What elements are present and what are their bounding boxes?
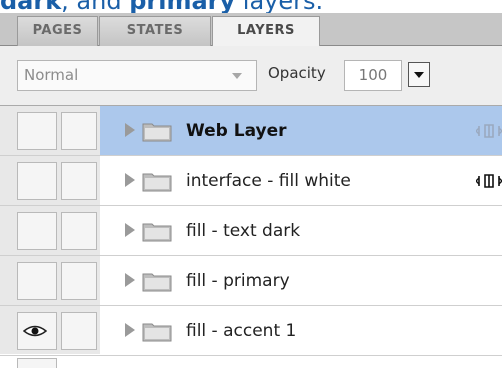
blend-mode-value: Normal xyxy=(24,66,79,84)
lock-toggle[interactable] xyxy=(61,162,97,200)
chevron-down-icon xyxy=(232,73,242,79)
chevron-down-icon xyxy=(414,72,424,78)
tab-pages[interactable]: PAGES xyxy=(17,16,98,46)
folder-icon xyxy=(142,173,172,192)
expand-triangle-icon[interactable] xyxy=(125,273,135,287)
opacity-input[interactable]: 100 xyxy=(344,60,402,91)
link-icon xyxy=(476,174,502,188)
tab-layers[interactable]: LAYERS xyxy=(212,16,320,47)
lock-toggle[interactable] xyxy=(61,112,97,150)
folder-icon xyxy=(142,223,172,242)
layer-options-row: Normal Opacity 100 xyxy=(0,46,502,105)
opacity-label: Opacity xyxy=(268,64,326,82)
expand-triangle-icon[interactable] xyxy=(125,223,135,237)
layer-name[interactable]: fill - accent 1 xyxy=(186,320,296,342)
expand-triangle-icon[interactable] xyxy=(125,123,135,137)
layer-row-fill-primary[interactable]: fill - primary xyxy=(0,256,502,306)
visibility-toggle[interactable] xyxy=(17,358,57,368)
lock-toggle[interactable] xyxy=(61,212,97,250)
layer-row-interface-fill-white[interactable]: interface - fill white xyxy=(0,156,502,206)
layer-name[interactable]: fill - primary xyxy=(186,270,290,292)
link-icon xyxy=(476,124,502,138)
tab-states[interactable]: STATES xyxy=(99,16,211,46)
layer-name[interactable]: fill - text dark xyxy=(186,220,300,242)
caption-text: dark, and primary layers. xyxy=(0,0,502,13)
layer-name[interactable]: Web Layer xyxy=(186,120,287,142)
layer-name[interactable]: interface - fill white xyxy=(186,170,351,192)
blend-mode-select[interactable]: Normal xyxy=(17,60,257,91)
lock-toggle[interactable] xyxy=(61,312,97,350)
caption-plain-1: , and xyxy=(61,0,129,13)
layer-list: Web Layer interface - fill white fill - … xyxy=(0,105,502,368)
layer-row-fill-text-dark[interactable]: fill - text dark xyxy=(0,206,502,256)
visibility-toggle[interactable] xyxy=(17,262,57,300)
expand-triangle-icon[interactable] xyxy=(125,323,135,337)
expand-triangle-icon[interactable] xyxy=(125,173,135,187)
layer-row-web-layer[interactable]: Web Layer xyxy=(0,106,502,156)
layer-row-fill-accent-1[interactable]: fill - accent 1 xyxy=(0,306,502,356)
folder-icon xyxy=(142,323,172,342)
visibility-toggle[interactable] xyxy=(17,312,57,350)
visibility-toggle[interactable] xyxy=(17,162,57,200)
folder-icon xyxy=(142,123,172,142)
visibility-toggle[interactable] xyxy=(17,212,57,250)
opacity-slider-button[interactable] xyxy=(408,62,430,87)
folder-icon xyxy=(142,273,172,292)
caption-bold-1: dark xyxy=(0,0,61,13)
caption-bold-2: primary xyxy=(129,0,235,13)
caption-plain-2: layers. xyxy=(235,0,323,13)
lock-toggle[interactable] xyxy=(61,262,97,300)
eye-icon xyxy=(23,325,47,337)
panel-tab-bar: PAGES STATES LAYERS xyxy=(0,13,502,47)
visibility-toggle[interactable] xyxy=(17,112,57,150)
